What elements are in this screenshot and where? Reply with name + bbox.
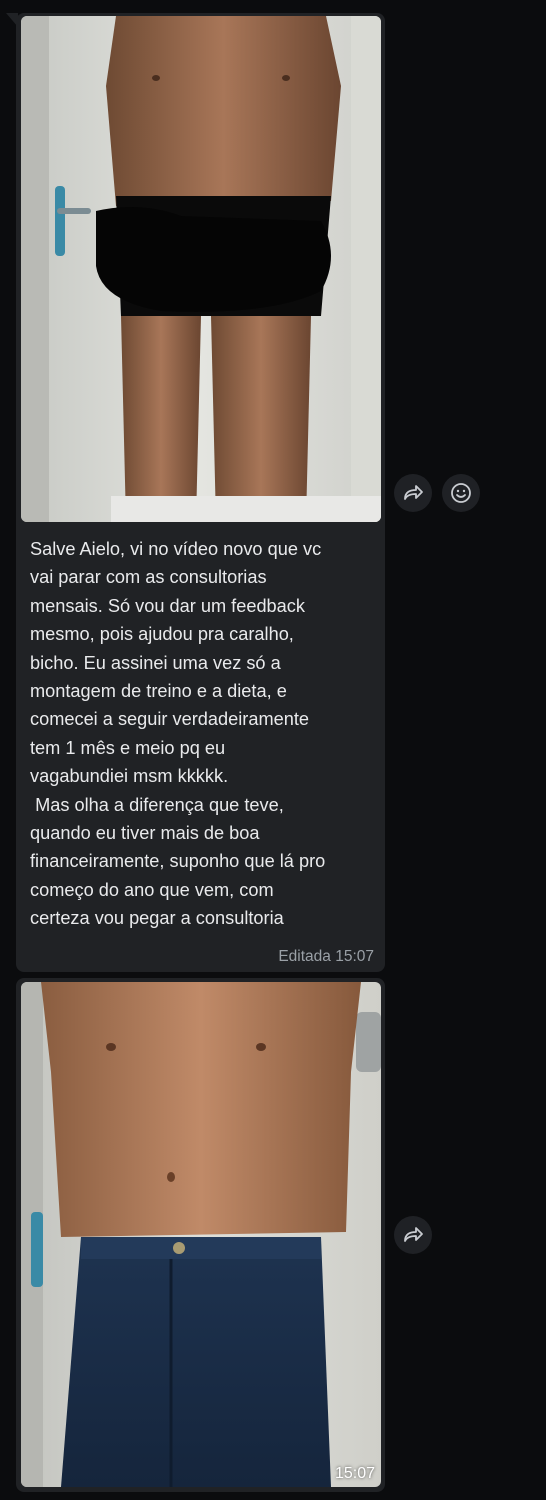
message-timestamp: 15:07 — [334, 1465, 375, 1482]
forward-icon — [404, 485, 423, 500]
message-caption: Salve Aielo, vi no vídeo novo que vc vai… — [30, 539, 326, 929]
emoji-reaction-icon — [451, 483, 471, 503]
photo-shirtless-torso-icon — [21, 16, 381, 522]
reaction-button[interactable] — [442, 474, 480, 512]
message-photo-2[interactable] — [21, 982, 381, 1487]
message-photo-1[interactable] — [21, 16, 381, 522]
forward-button-2[interactable] — [394, 1216, 432, 1254]
chat-area: Salve Aielo, vi no vídeo novo que vc vai… — [0, 0, 546, 1500]
message-timestamp: Editada 15:07 — [278, 948, 374, 965]
forward-icon — [404, 1227, 423, 1242]
message-bubble-1[interactable]: Salve Aielo, vi no vídeo novo que vc vai… — [16, 13, 385, 972]
message-bubble-2[interactable]: 15:07 — [16, 978, 385, 1492]
forward-button-1[interactable] — [394, 474, 432, 512]
photo-torso-jeans-icon — [21, 982, 381, 1487]
